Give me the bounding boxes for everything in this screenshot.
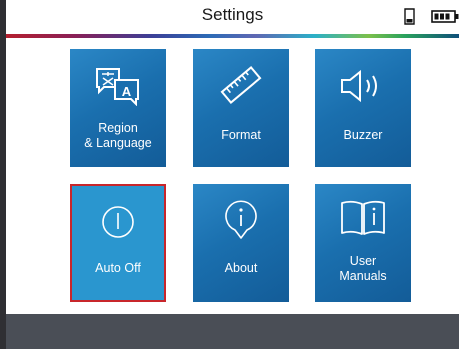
tile-format[interactable]: Format [193, 49, 289, 167]
svg-text:A: A [122, 84, 132, 99]
sd-card-icon [404, 8, 415, 25]
page-title: Settings [201, 5, 264, 24]
settings-grid: A Region & Language Format Buzzer Auto O… [6, 38, 459, 314]
tile-label: Auto Off [95, 261, 141, 275]
speaker-icon [315, 69, 411, 103]
tile-about[interactable]: About [193, 184, 289, 302]
settings-screen: Settings A Region & Language Format Buzz… [0, 0, 459, 349]
language-icon: A [70, 66, 166, 106]
tile-label: Format [221, 128, 261, 142]
ruler-icon [193, 63, 289, 107]
power-icon [72, 204, 164, 240]
tile-label: Buzzer [343, 128, 383, 142]
tile-user-manuals[interactable]: User Manuals [315, 184, 411, 302]
tile-label: User Manuals [339, 254, 387, 283]
tile-label: Region & Language [84, 121, 152, 150]
info-icon [193, 198, 289, 244]
tile-auto-off[interactable]: Auto Off [70, 184, 166, 302]
footer-bar [6, 314, 459, 349]
tile-region-language[interactable]: A Region & Language [70, 49, 166, 167]
manual-icon [315, 199, 411, 237]
header-bar: Settings [6, 0, 459, 34]
battery-icon [431, 10, 459, 23]
tile-label: About [224, 261, 258, 275]
tile-buzzer[interactable]: Buzzer [315, 49, 411, 167]
